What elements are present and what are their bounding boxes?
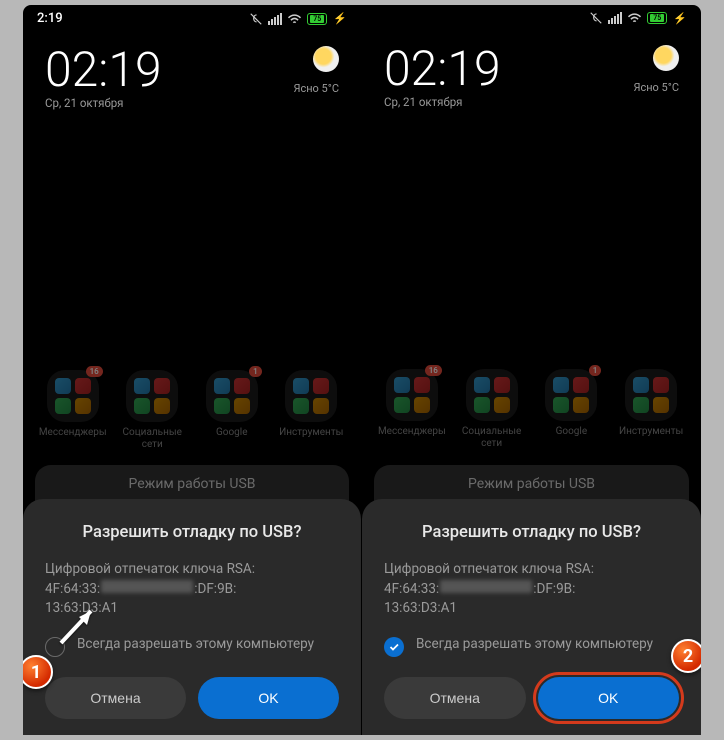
folder-row: 16 Мессенджеры Социальные сети 1 Google bbox=[362, 369, 701, 449]
folder-tools[interactable]: Инструменты bbox=[276, 370, 346, 450]
weather-widget: Ясно 5°C bbox=[633, 45, 679, 94]
folder-google[interactable]: 1 Google bbox=[536, 369, 606, 449]
redacted bbox=[440, 580, 532, 593]
phone-right: 75 ⚡ 02:19 Ср, 21 октября Ясно 5°C bbox=[362, 5, 701, 735]
signal-icon bbox=[268, 13, 282, 25]
dialog-message: Цифровой отпечаток ключа RSA: 4F:64:33::… bbox=[384, 560, 679, 619]
clock-date: Ср, 21 октября bbox=[45, 96, 162, 110]
mute-icon bbox=[589, 11, 603, 25]
status-icons: 75 ⚡ bbox=[249, 12, 347, 26]
weather-widget: Ясно 5°C bbox=[293, 46, 339, 95]
check-icon bbox=[388, 641, 400, 653]
clock-widget: 02:19 Ср, 21 октября Ясно 5°C bbox=[45, 46, 339, 110]
weather-icon bbox=[313, 46, 339, 72]
screenshot-pair: 2:19 75 ⚡ 02:19 bbox=[23, 5, 701, 735]
always-allow-label: Всегда разрешать этому компьютеру bbox=[416, 635, 653, 653]
status-bar: 2:19 75 ⚡ bbox=[23, 5, 361, 28]
always-allow-checkbox[interactable] bbox=[384, 637, 404, 657]
dialog-buttons: Отмена OK bbox=[384, 677, 679, 719]
home-screen: 02:19 Ср, 21 октября Ясно 5°C 16 Мессенд… bbox=[23, 28, 361, 388]
folder-social[interactable]: Социальные сети bbox=[457, 369, 527, 449]
badge: 1 bbox=[249, 366, 262, 377]
status-bar: 75 ⚡ bbox=[362, 5, 701, 27]
badge: 16 bbox=[86, 366, 103, 377]
weather-icon bbox=[653, 45, 679, 71]
clock-widget: 02:19 Ср, 21 октября Ясно 5°C bbox=[384, 45, 679, 109]
phone-left: 2:19 75 ⚡ 02:19 bbox=[23, 5, 362, 735]
folder-messengers[interactable]: 16 Мессенджеры bbox=[38, 370, 108, 450]
ok-button[interactable]: OK bbox=[538, 677, 680, 719]
cancel-button[interactable]: Отмена bbox=[45, 677, 186, 719]
dialog-title: Разрешить отладку по USB? bbox=[45, 523, 339, 542]
folder-tools[interactable]: Инструменты bbox=[616, 369, 686, 449]
mute-icon bbox=[249, 12, 263, 26]
clock-time: 02:19 bbox=[45, 46, 162, 94]
weather-text: Ясно 5°C bbox=[633, 81, 679, 94]
charging-icon: ⚡ bbox=[673, 12, 687, 25]
sheet-behind: Режим работы USB bbox=[374, 465, 689, 503]
step-badge-2: 2 bbox=[671, 639, 701, 673]
battery-icon: 75 bbox=[307, 13, 327, 25]
weather-text: Ясно 5°C bbox=[293, 82, 339, 95]
home-screen: 02:19 Ср, 21 октября Ясно 5°C 16 Мессенд… bbox=[362, 27, 701, 387]
status-time: 2:19 bbox=[37, 11, 63, 26]
folder-messengers[interactable]: 16 Мессенджеры bbox=[377, 369, 447, 449]
charging-icon: ⚡ bbox=[333, 12, 347, 25]
status-icons: 75 ⚡ bbox=[589, 11, 687, 25]
signal-icon bbox=[608, 12, 622, 24]
wifi-icon bbox=[627, 12, 642, 24]
wifi-icon bbox=[287, 13, 302, 25]
always-allow-row[interactable]: Всегда разрешать этому компьютеру bbox=[384, 635, 679, 657]
badge: 1 bbox=[589, 365, 602, 376]
clock-date: Ср, 21 октября bbox=[384, 95, 501, 109]
dialog-title: Разрешить отладку по USB? bbox=[384, 523, 679, 542]
folder-social[interactable]: Социальные сети bbox=[117, 370, 187, 450]
battery-icon: 75 bbox=[647, 12, 667, 24]
badge: 16 bbox=[425, 365, 442, 376]
cancel-button[interactable]: Отмена bbox=[384, 677, 526, 719]
bottom-sheet-stack: Режим работы USB Разрешить отладку по US… bbox=[362, 465, 701, 735]
folder-google[interactable]: 1 Google bbox=[197, 370, 267, 450]
arrow-icon bbox=[51, 593, 111, 657]
folder-row: 16 Мессенджеры Социальные сети 1 Google bbox=[23, 370, 361, 450]
sheet-behind: Режим работы USB bbox=[35, 465, 349, 503]
redacted bbox=[101, 580, 193, 593]
dialog-buttons: Отмена OK bbox=[45, 677, 339, 719]
ok-button[interactable]: OK bbox=[198, 677, 339, 719]
always-allow-label: Всегда разрешать этому компьютеру bbox=[77, 635, 314, 653]
clock-time: 02:19 bbox=[384, 45, 501, 93]
usb-debug-dialog: Разрешить отладку по USB? Цифровой отпеч… bbox=[362, 499, 701, 735]
